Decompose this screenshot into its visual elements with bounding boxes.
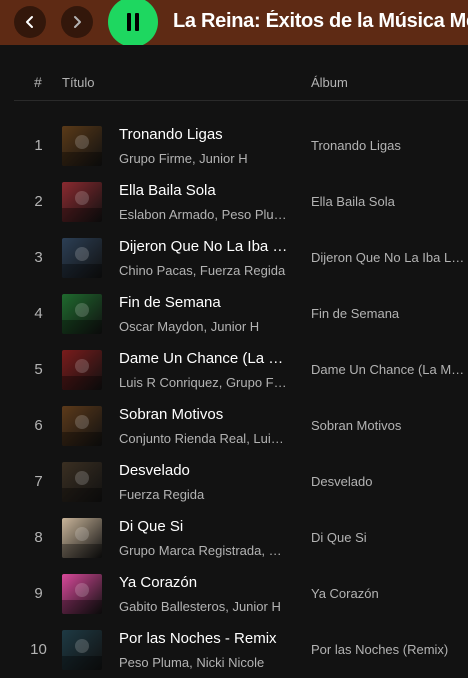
- track-artists[interactable]: Grupo Marca Registrada, Grupo Frontera: [119, 543, 289, 558]
- album-cover[interactable]: [62, 574, 102, 614]
- chevron-right-icon: [74, 16, 81, 28]
- track-title[interactable]: Desvelado: [119, 462, 289, 479]
- track-artists[interactable]: Peso Pluma, Nicki Nicole: [119, 655, 289, 670]
- track-title[interactable]: Por las Noches - Remix: [119, 630, 289, 647]
- album-cover[interactable]: [62, 630, 102, 670]
- track-number: 9: [34, 585, 43, 602]
- track-row[interactable]: 7 Desvelado Fuerza Regida Desvelado: [14, 454, 468, 510]
- track-row[interactable]: 9 Ya Corazón Gabito Ballesteros, Junior H Y…: [14, 566, 468, 622]
- track-album[interactable]: Dame Un Chance (La Mamalona): [311, 362, 468, 377]
- pause-button[interactable]: [108, 0, 158, 45]
- track-artists[interactable]: Chino Pacas, Fuerza Regida: [119, 263, 289, 278]
- tracklist-header: # Título Álbum: [14, 64, 468, 101]
- track-artists[interactable]: Oscar Maydon, Junior H: [119, 319, 289, 334]
- track-row[interactable]: 6 Sobran Motivos Conjunto Rienda Real, Lui…: [14, 398, 468, 454]
- track-artists[interactable]: Conjunto Rienda Real, Luis R Conriquez: [119, 431, 289, 446]
- track-row[interactable]: 2 Ella Baila Sola Eslabon Armado, Peso Plu…: [14, 174, 468, 230]
- track-title[interactable]: Sobran Motivos: [119, 406, 289, 423]
- pause-icon: [125, 13, 141, 31]
- album-cover[interactable]: [62, 294, 102, 334]
- album-cover[interactable]: [62, 238, 102, 278]
- track-album[interactable]: Ella Baila Sola: [311, 194, 468, 209]
- track-artists[interactable]: Fuerza Regida: [119, 487, 289, 502]
- track-album[interactable]: Tronando Ligas: [311, 138, 468, 153]
- track-row[interactable]: 8 Di Que Si Grupo Marca Registrada, Grupo …: [14, 510, 468, 566]
- album-cover[interactable]: [62, 182, 102, 222]
- track-title[interactable]: Fin de Semana: [119, 294, 289, 311]
- track-title[interactable]: Tronando Ligas: [119, 126, 289, 143]
- track-title[interactable]: Di Que Si: [119, 518, 289, 535]
- top-bar: La Reina: Éxitos de la Música Mexicana: [0, 0, 468, 45]
- track-row[interactable]: 1 Tronando Ligas Grupo Firme, Junior H Tron…: [14, 118, 468, 174]
- back-button[interactable]: [14, 6, 46, 38]
- track-number: 1: [34, 137, 43, 154]
- album-cover[interactable]: [62, 126, 102, 166]
- track-number: 2: [34, 193, 43, 210]
- track-artists[interactable]: Luis R Conriquez, Grupo Frontera: [119, 375, 289, 390]
- track-title[interactable]: Ella Baila Sola: [119, 182, 289, 199]
- track-row[interactable]: 4 Fin de Semana Oscar Maydon, Junior H Fin …: [14, 286, 468, 342]
- playlist-title: La Reina: Éxitos de la Música Mexicana: [173, 10, 468, 32]
- track-row[interactable]: 3 Dijeron Que No La Iba Lograr Chino Pacas…: [14, 230, 468, 286]
- album-cover[interactable]: [62, 406, 102, 446]
- forward-button[interactable]: [61, 6, 93, 38]
- track-artists[interactable]: Grupo Firme, Junior H: [119, 151, 289, 166]
- track-number: 6: [34, 417, 43, 434]
- track-number: 4: [34, 305, 43, 322]
- track-title[interactable]: Dijeron Que No La Iba Lograr: [119, 238, 289, 255]
- track-number: 8: [34, 529, 43, 546]
- track-album[interactable]: Fin de Semana: [311, 306, 468, 321]
- track-row[interactable]: 10 Por las Noches - Remix Peso Pluma, Nick…: [14, 622, 468, 678]
- album-cover[interactable]: [62, 350, 102, 390]
- track-album[interactable]: Ya Corazón: [311, 586, 468, 601]
- track-album[interactable]: Dijeron Que No La Iba Lograr: [311, 250, 468, 265]
- track-album[interactable]: Di Que Si: [311, 530, 468, 545]
- track-album[interactable]: Por las Noches (Remix): [311, 642, 468, 657]
- track-title[interactable]: Ya Corazón: [119, 574, 289, 591]
- track-number: 3: [34, 249, 43, 266]
- track-artists[interactable]: Eslabon Armado, Peso Pluma: [119, 207, 289, 222]
- track-artists[interactable]: Gabito Ballesteros, Junior H: [119, 599, 289, 614]
- track-title[interactable]: Dame Un Chance (La Mamalona): [119, 350, 289, 367]
- chevron-left-icon: [26, 16, 33, 28]
- track-number: 10: [30, 641, 47, 658]
- track-number: 7: [34, 473, 43, 490]
- column-title-header[interactable]: Título: [62, 75, 95, 90]
- track-album[interactable]: Desvelado: [311, 474, 468, 489]
- album-cover[interactable]: [62, 462, 102, 502]
- album-cover[interactable]: [62, 518, 102, 558]
- track-row[interactable]: 5 Dame Un Chance (La Mamalona) Luis R Conr…: [14, 342, 468, 398]
- track-number: 5: [34, 361, 43, 378]
- column-album-header[interactable]: Álbum: [311, 75, 348, 90]
- track-album[interactable]: Sobran Motivos: [311, 418, 468, 433]
- column-number-header: #: [34, 74, 42, 90]
